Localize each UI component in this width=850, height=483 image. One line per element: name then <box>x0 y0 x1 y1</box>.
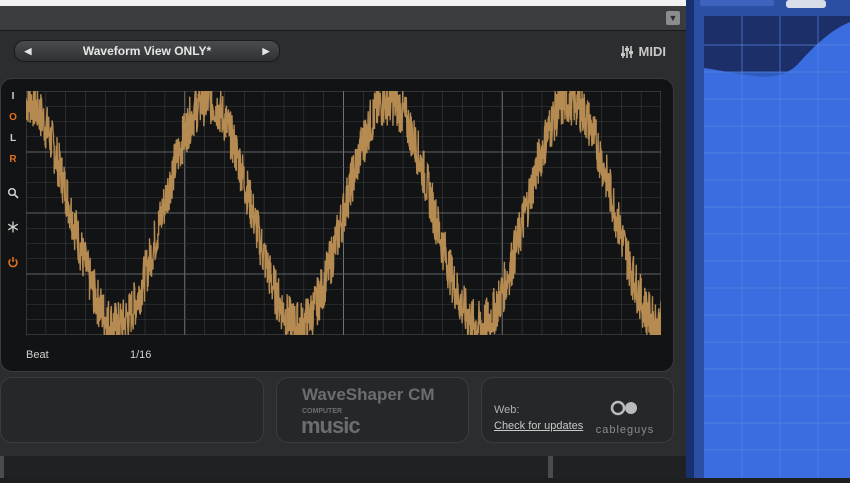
window-menu-dropdown[interactable]: ▼ <box>666 11 680 25</box>
magnifier-icon <box>7 187 19 199</box>
zoom-button[interactable] <box>5 187 21 203</box>
waveform-graph[interactable] <box>26 91 661 335</box>
midi-button[interactable]: MIDI <box>620 44 666 59</box>
preset-name[interactable]: Waveform View ONLY* <box>37 41 257 61</box>
triangle-left-icon[interactable]: ◀ <box>20 41 36 61</box>
freeze-button[interactable] <box>5 221 21 237</box>
beat-value[interactable]: 1/16 <box>130 349 151 361</box>
right-channel-button[interactable]: R <box>5 152 21 168</box>
sliders-icon <box>620 45 633 58</box>
plugin-title-bar: ▼ <box>0 6 686 31</box>
check-updates-link[interactable]: Check for updates <box>494 420 583 432</box>
waveform-display: I O L R Beat 1/16 <box>0 78 674 372</box>
info-panel: Web: Check for updates cableguys <box>481 377 674 443</box>
power-icon <box>8 257 18 268</box>
cableguys-logo-icon <box>610 400 637 416</box>
chevron-down-icon: ▼ <box>668 13 678 23</box>
host-divider-left <box>0 456 4 478</box>
computer-music-logo: music <box>301 413 361 438</box>
snowflake-icon <box>7 221 19 233</box>
host-bottom-strip <box>0 456 686 478</box>
reset-button[interactable] <box>5 256 21 272</box>
output-view-button[interactable]: O <box>5 110 21 126</box>
host-divider-right <box>548 456 553 478</box>
waveshaper-plugin-window: ▼ ◀ Waveform View ONLY* ▶ MIDI I O L R B… <box>0 6 686 456</box>
vendor-name: cableguys <box>595 424 655 436</box>
host-automation-lane[interactable] <box>686 0 850 478</box>
left-empty-panel <box>0 377 264 443</box>
triangle-right-icon[interactable]: ▶ <box>258 41 274 61</box>
input-view-button[interactable]: I <box>5 89 21 105</box>
product-title: WaveShaper CM <box>302 385 435 404</box>
preset-selector[interactable]: ◀ Waveform View ONLY* ▶ <box>14 40 280 62</box>
midi-label: MIDI <box>638 44 666 59</box>
web-label: Web: <box>494 404 520 416</box>
host-editor-panel <box>686 0 850 478</box>
left-channel-button[interactable]: L <box>5 131 21 147</box>
brand-panel: WaveShaper CM COMPUTER music <box>276 377 469 443</box>
cableguys-logo: cableguys <box>593 400 657 436</box>
beat-label: Beat <box>26 349 49 361</box>
